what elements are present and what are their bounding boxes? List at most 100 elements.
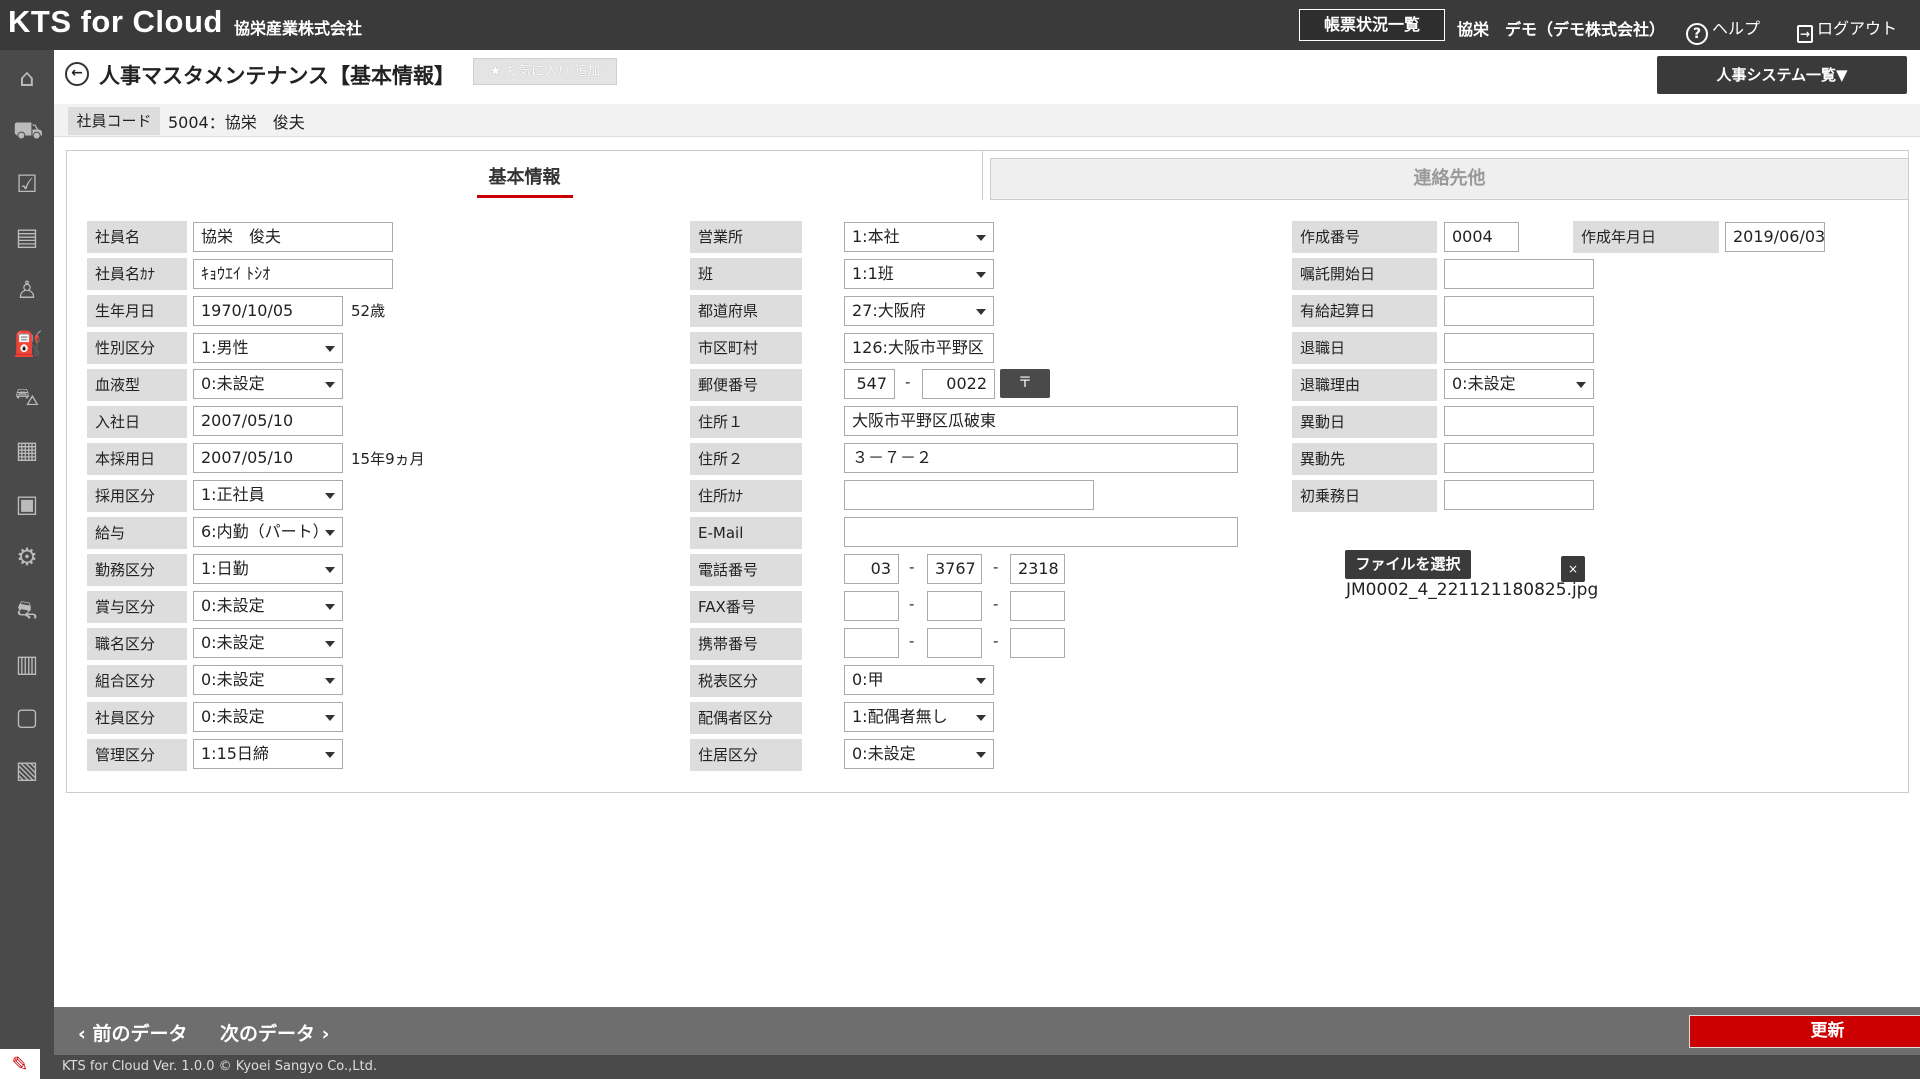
salary-select[interactable]: 6:内勤（パート）: [193, 517, 343, 547]
hire-date-field[interactable]: 2007/05/10: [193, 443, 343, 473]
tel-field-3[interactable]: 2318: [1010, 554, 1065, 584]
retire-field[interactable]: [1444, 333, 1594, 363]
work-select[interactable]: 1:日勤: [193, 554, 343, 584]
emp-type-select[interactable]: 0:未設定: [193, 702, 343, 732]
mobile-field-2[interactable]: [927, 628, 982, 658]
calendar-icon[interactable]: ▦: [13, 436, 41, 464]
tenure-text: 15年9ヵ月: [351, 450, 425, 468]
report-status-button[interactable]: 帳票状況一覧: [1299, 9, 1445, 41]
paid-leave-field[interactable]: [1444, 296, 1594, 326]
employee-code-bar: 社員コード 5004：協栄 俊夫: [54, 104, 1920, 137]
employ-select[interactable]: 1:正社員: [193, 480, 343, 510]
id-card-icon[interactable]: ▣: [13, 490, 41, 518]
home-icon[interactable]: ⌂: [13, 64, 41, 92]
employee-code-value: 5004：協栄 俊夫: [168, 113, 305, 132]
cars-icon[interactable]: ⛐: [13, 596, 41, 624]
transfer-to-field[interactable]: [1444, 443, 1594, 473]
mobile-field-3[interactable]: [1010, 628, 1065, 658]
bonus-label: 賞与区分: [87, 591, 187, 623]
salary-label: 給与: [87, 517, 187, 549]
app-logo[interactable]: KTS for Cloud: [8, 4, 223, 40]
report-icon[interactable]: ▧: [13, 756, 41, 784]
footer-bar: ‹ 前のデータ 次のデータ › 更新: [54, 1007, 1920, 1055]
office-select[interactable]: 1:本社: [844, 222, 994, 252]
briefcase-icon[interactable]: ▢: [13, 703, 41, 731]
created-no-label: 作成番号: [1292, 221, 1437, 253]
vehicle-icon[interactable]: ⛍: [13, 383, 41, 411]
position-select[interactable]: 0:未設定: [193, 628, 343, 658]
tab-contact[interactable]: 連絡先他: [990, 158, 1909, 200]
zip-search-button[interactable]: 〒: [1000, 369, 1050, 398]
mobile-dash-2: -: [993, 632, 999, 650]
residence-select[interactable]: 0:未設定: [844, 739, 994, 769]
chevron-right-icon: ›: [315, 1023, 330, 1045]
addr2-label: 住所２: [690, 443, 802, 475]
created-date-field[interactable]: 2019/06/03: [1725, 222, 1825, 252]
document-icon[interactable]: ▤: [13, 223, 41, 251]
tab-basic-info[interactable]: 基本情報: [66, 150, 983, 200]
city-field[interactable]: 126:大阪市平野区: [844, 333, 994, 363]
prev-data-button[interactable]: ‹ 前のデータ: [78, 1019, 187, 1046]
logout-link[interactable]: → ログアウト: [1797, 15, 1897, 43]
back-icon[interactable]: ←: [65, 62, 89, 86]
kana-field[interactable]: ｷｮｳｴｲ ﾄｼｵ: [193, 259, 393, 289]
union-label: 組合区分: [87, 665, 187, 697]
fax-field-1[interactable]: [844, 591, 899, 621]
brand-mark-icon: ✎: [0, 1049, 40, 1079]
next-data-button[interactable]: 次のデータ ›: [220, 1019, 329, 1046]
fax-dash-1: -: [909, 595, 915, 613]
name-field[interactable]: 協栄 俊夫: [193, 222, 393, 252]
fax-field-2[interactable]: [927, 591, 982, 621]
file-select-button[interactable]: ファイルを選択: [1345, 550, 1471, 579]
mobile-field-1[interactable]: [844, 628, 899, 658]
tel-field-1[interactable]: 03: [844, 554, 899, 584]
file-name: JM0002_4_221121180825.jpg: [1346, 580, 1599, 600]
retire-reason-select[interactable]: 0:未設定: [1444, 369, 1594, 399]
addr-kana-field[interactable]: [844, 480, 1094, 510]
favorite-add-button[interactable]: ★ お気に入り 追加: [473, 58, 617, 85]
truck-icon[interactable]: ⛟: [13, 116, 43, 144]
page-title: 人事マスタメンテナンス【基本情報】: [99, 64, 455, 88]
manage-select[interactable]: 1:15日締: [193, 739, 343, 769]
kana-label: 社員名ｶﾅ: [87, 258, 187, 290]
update-button[interactable]: 更新: [1689, 1015, 1920, 1048]
contract-field[interactable]: [1444, 259, 1594, 289]
clipboard-icon[interactable]: ☑: [13, 170, 41, 198]
addr2-field[interactable]: ３－７－２: [844, 443, 1238, 473]
addr1-field[interactable]: 大阪市平野区瓜破東: [844, 406, 1238, 436]
zip-field-1[interactable]: 547: [844, 369, 895, 399]
spouse-select[interactable]: 1:配偶者無し: [844, 702, 994, 732]
tel-field-2[interactable]: 3767: [927, 554, 982, 584]
gender-select[interactable]: 1:男性: [193, 333, 343, 363]
chevron-left-icon: ‹: [78, 1023, 93, 1045]
email-field[interactable]: [844, 517, 1238, 547]
building-icon[interactable]: ▥: [13, 650, 41, 678]
repair-icon[interactable]: ⚙: [13, 543, 41, 571]
union-select[interactable]: 0:未設定: [193, 665, 343, 695]
birth-field[interactable]: 1970/10/05: [193, 296, 343, 326]
created-no-field[interactable]: 0004: [1444, 222, 1519, 252]
system-list-button[interactable]: 人事システム一覧▼: [1657, 56, 1907, 94]
help-link[interactable]: ? ヘルプ: [1686, 15, 1760, 45]
person-icon[interactable]: ♙: [13, 276, 41, 304]
bonus-select[interactable]: 0:未設定: [193, 591, 343, 621]
fuel-icon[interactable]: ⛽: [13, 330, 43, 358]
file-clear-button[interactable]: ×: [1561, 556, 1585, 582]
join-date-field[interactable]: 2007/05/10: [193, 406, 343, 436]
next-data-label: 次のデータ: [220, 1023, 316, 1045]
fax-field-3[interactable]: [1010, 591, 1065, 621]
mobile-dash-1: -: [909, 632, 915, 650]
blood-select[interactable]: 0:未設定: [193, 369, 343, 399]
tax-select[interactable]: 0:甲: [844, 665, 994, 695]
residence-label: 住居区分: [690, 739, 802, 771]
group-select[interactable]: 1:1班: [844, 259, 994, 289]
fax-dash-2: -: [993, 595, 999, 613]
first-ride-field[interactable]: [1444, 480, 1594, 510]
tab-basic-info-label: 基本情報: [476, 163, 573, 198]
age-text: 52歳: [351, 302, 386, 320]
first-ride-label: 初乗務日: [1292, 480, 1437, 512]
employee-code-label: 社員コード: [68, 107, 160, 135]
pref-select[interactable]: 27:大阪府: [844, 296, 994, 326]
transfer-date-field[interactable]: [1444, 406, 1594, 436]
zip-field-2[interactable]: 0022: [922, 369, 995, 399]
